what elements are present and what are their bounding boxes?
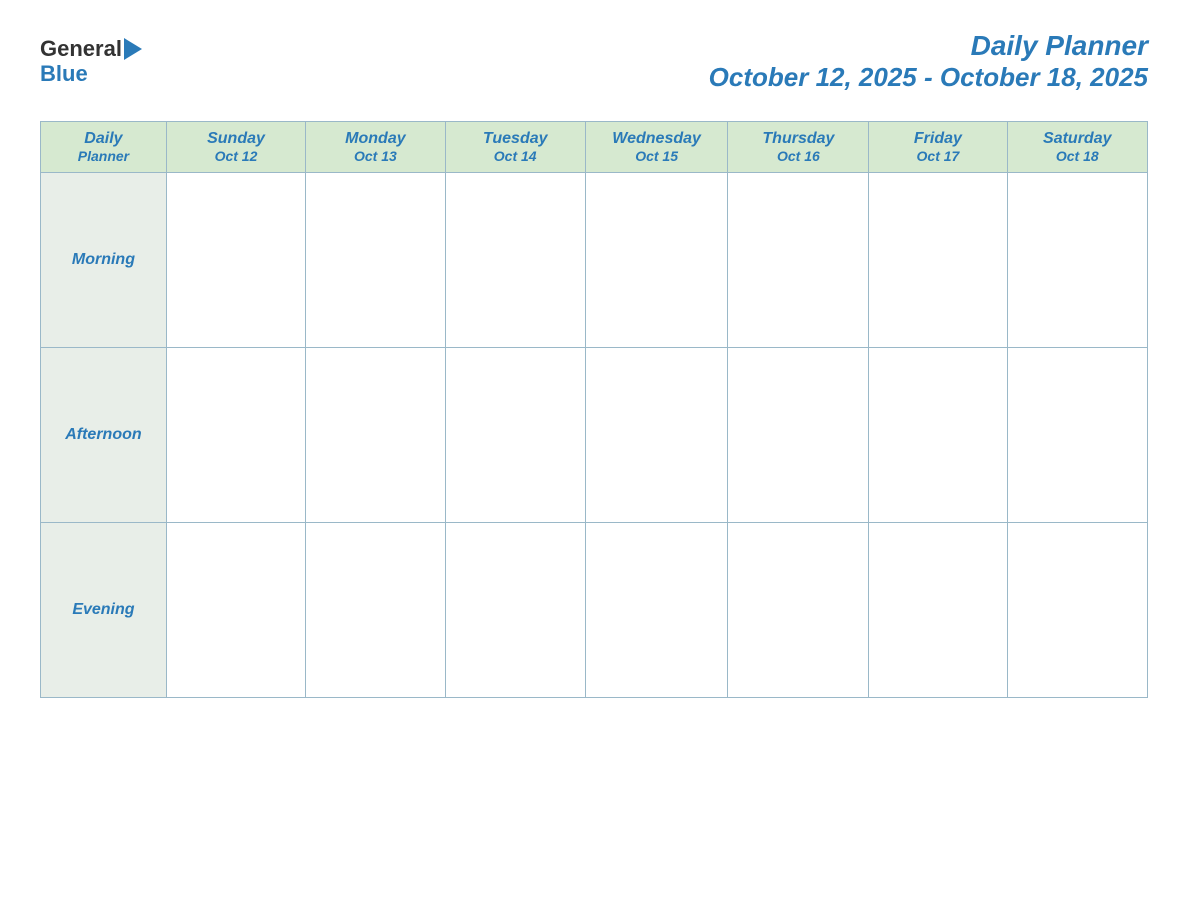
afternoon-saturday-cell[interactable]	[1007, 348, 1148, 523]
morning-row: Morning	[41, 173, 1148, 348]
afternoon-friday-cell[interactable]	[869, 348, 1007, 523]
date-range: October 12, 2025 - October 18, 2025	[709, 62, 1148, 93]
planner-table: Daily Planner Sunday Oct 12 Monday Oct 1…	[40, 121, 1148, 698]
friday-date: Oct 17	[875, 148, 1000, 164]
evening-monday-cell[interactable]	[306, 523, 446, 698]
evening-row: Evening	[41, 523, 1148, 698]
header-cell-tuesday: Tuesday Oct 14	[445, 122, 585, 173]
afternoon-thursday-cell[interactable]	[728, 348, 869, 523]
logo-triangle-icon	[124, 38, 142, 60]
logo-blue-text: Blue	[40, 62, 142, 86]
header-cell-saturday: Saturday Oct 18	[1007, 122, 1148, 173]
wednesday-date: Oct 15	[592, 148, 722, 164]
morning-sunday-cell[interactable]	[166, 173, 305, 348]
saturday-name: Saturday	[1014, 130, 1142, 148]
header-row: Daily Planner Sunday Oct 12 Monday Oct 1…	[41, 122, 1148, 173]
header-cell-wednesday: Wednesday Oct 15	[585, 122, 728, 173]
morning-label: Morning	[41, 173, 167, 348]
evening-thursday-cell[interactable]	[728, 523, 869, 698]
morning-wednesday-cell[interactable]	[585, 173, 728, 348]
thursday-name: Thursday	[734, 130, 862, 148]
sunday-name: Sunday	[173, 130, 299, 148]
afternoon-sunday-cell[interactable]	[166, 348, 305, 523]
afternoon-label: Afternoon	[41, 348, 167, 523]
wednesday-name: Wednesday	[592, 130, 722, 148]
header-cell-sunday: Sunday Oct 12	[166, 122, 305, 173]
morning-saturday-cell[interactable]	[1007, 173, 1148, 348]
tuesday-name: Tuesday	[452, 130, 579, 148]
evening-friday-cell[interactable]	[869, 523, 1007, 698]
page-header: General Blue Daily Planner October 12, 2…	[40, 30, 1148, 93]
monday-date: Oct 13	[312, 148, 439, 164]
label-secondary: Planner	[47, 148, 160, 164]
monday-name: Monday	[312, 130, 439, 148]
title-block: Daily Planner October 12, 2025 - October…	[709, 30, 1148, 93]
evening-sunday-cell[interactable]	[166, 523, 305, 698]
afternoon-row: Afternoon	[41, 348, 1148, 523]
logo-general-text: General	[40, 37, 122, 61]
evening-saturday-cell[interactable]	[1007, 523, 1148, 698]
saturday-date: Oct 18	[1014, 148, 1142, 164]
logo: General Blue	[40, 37, 142, 85]
tuesday-date: Oct 14	[452, 148, 579, 164]
afternoon-monday-cell[interactable]	[306, 348, 446, 523]
afternoon-wednesday-cell[interactable]	[585, 348, 728, 523]
evening-wednesday-cell[interactable]	[585, 523, 728, 698]
afternoon-tuesday-cell[interactable]	[445, 348, 585, 523]
morning-tuesday-cell[interactable]	[445, 173, 585, 348]
sunday-date: Oct 12	[173, 148, 299, 164]
page-title: Daily Planner	[709, 30, 1148, 62]
morning-monday-cell[interactable]	[306, 173, 446, 348]
header-cell-thursday: Thursday Oct 16	[728, 122, 869, 173]
header-cell-label: Daily Planner	[41, 122, 167, 173]
evening-tuesday-cell[interactable]	[445, 523, 585, 698]
morning-thursday-cell[interactable]	[728, 173, 869, 348]
label-day: Daily	[47, 130, 160, 148]
morning-friday-cell[interactable]	[869, 173, 1007, 348]
evening-label: Evening	[41, 523, 167, 698]
friday-name: Friday	[875, 130, 1000, 148]
header-cell-monday: Monday Oct 13	[306, 122, 446, 173]
thursday-date: Oct 16	[734, 148, 862, 164]
header-cell-friday: Friday Oct 17	[869, 122, 1007, 173]
